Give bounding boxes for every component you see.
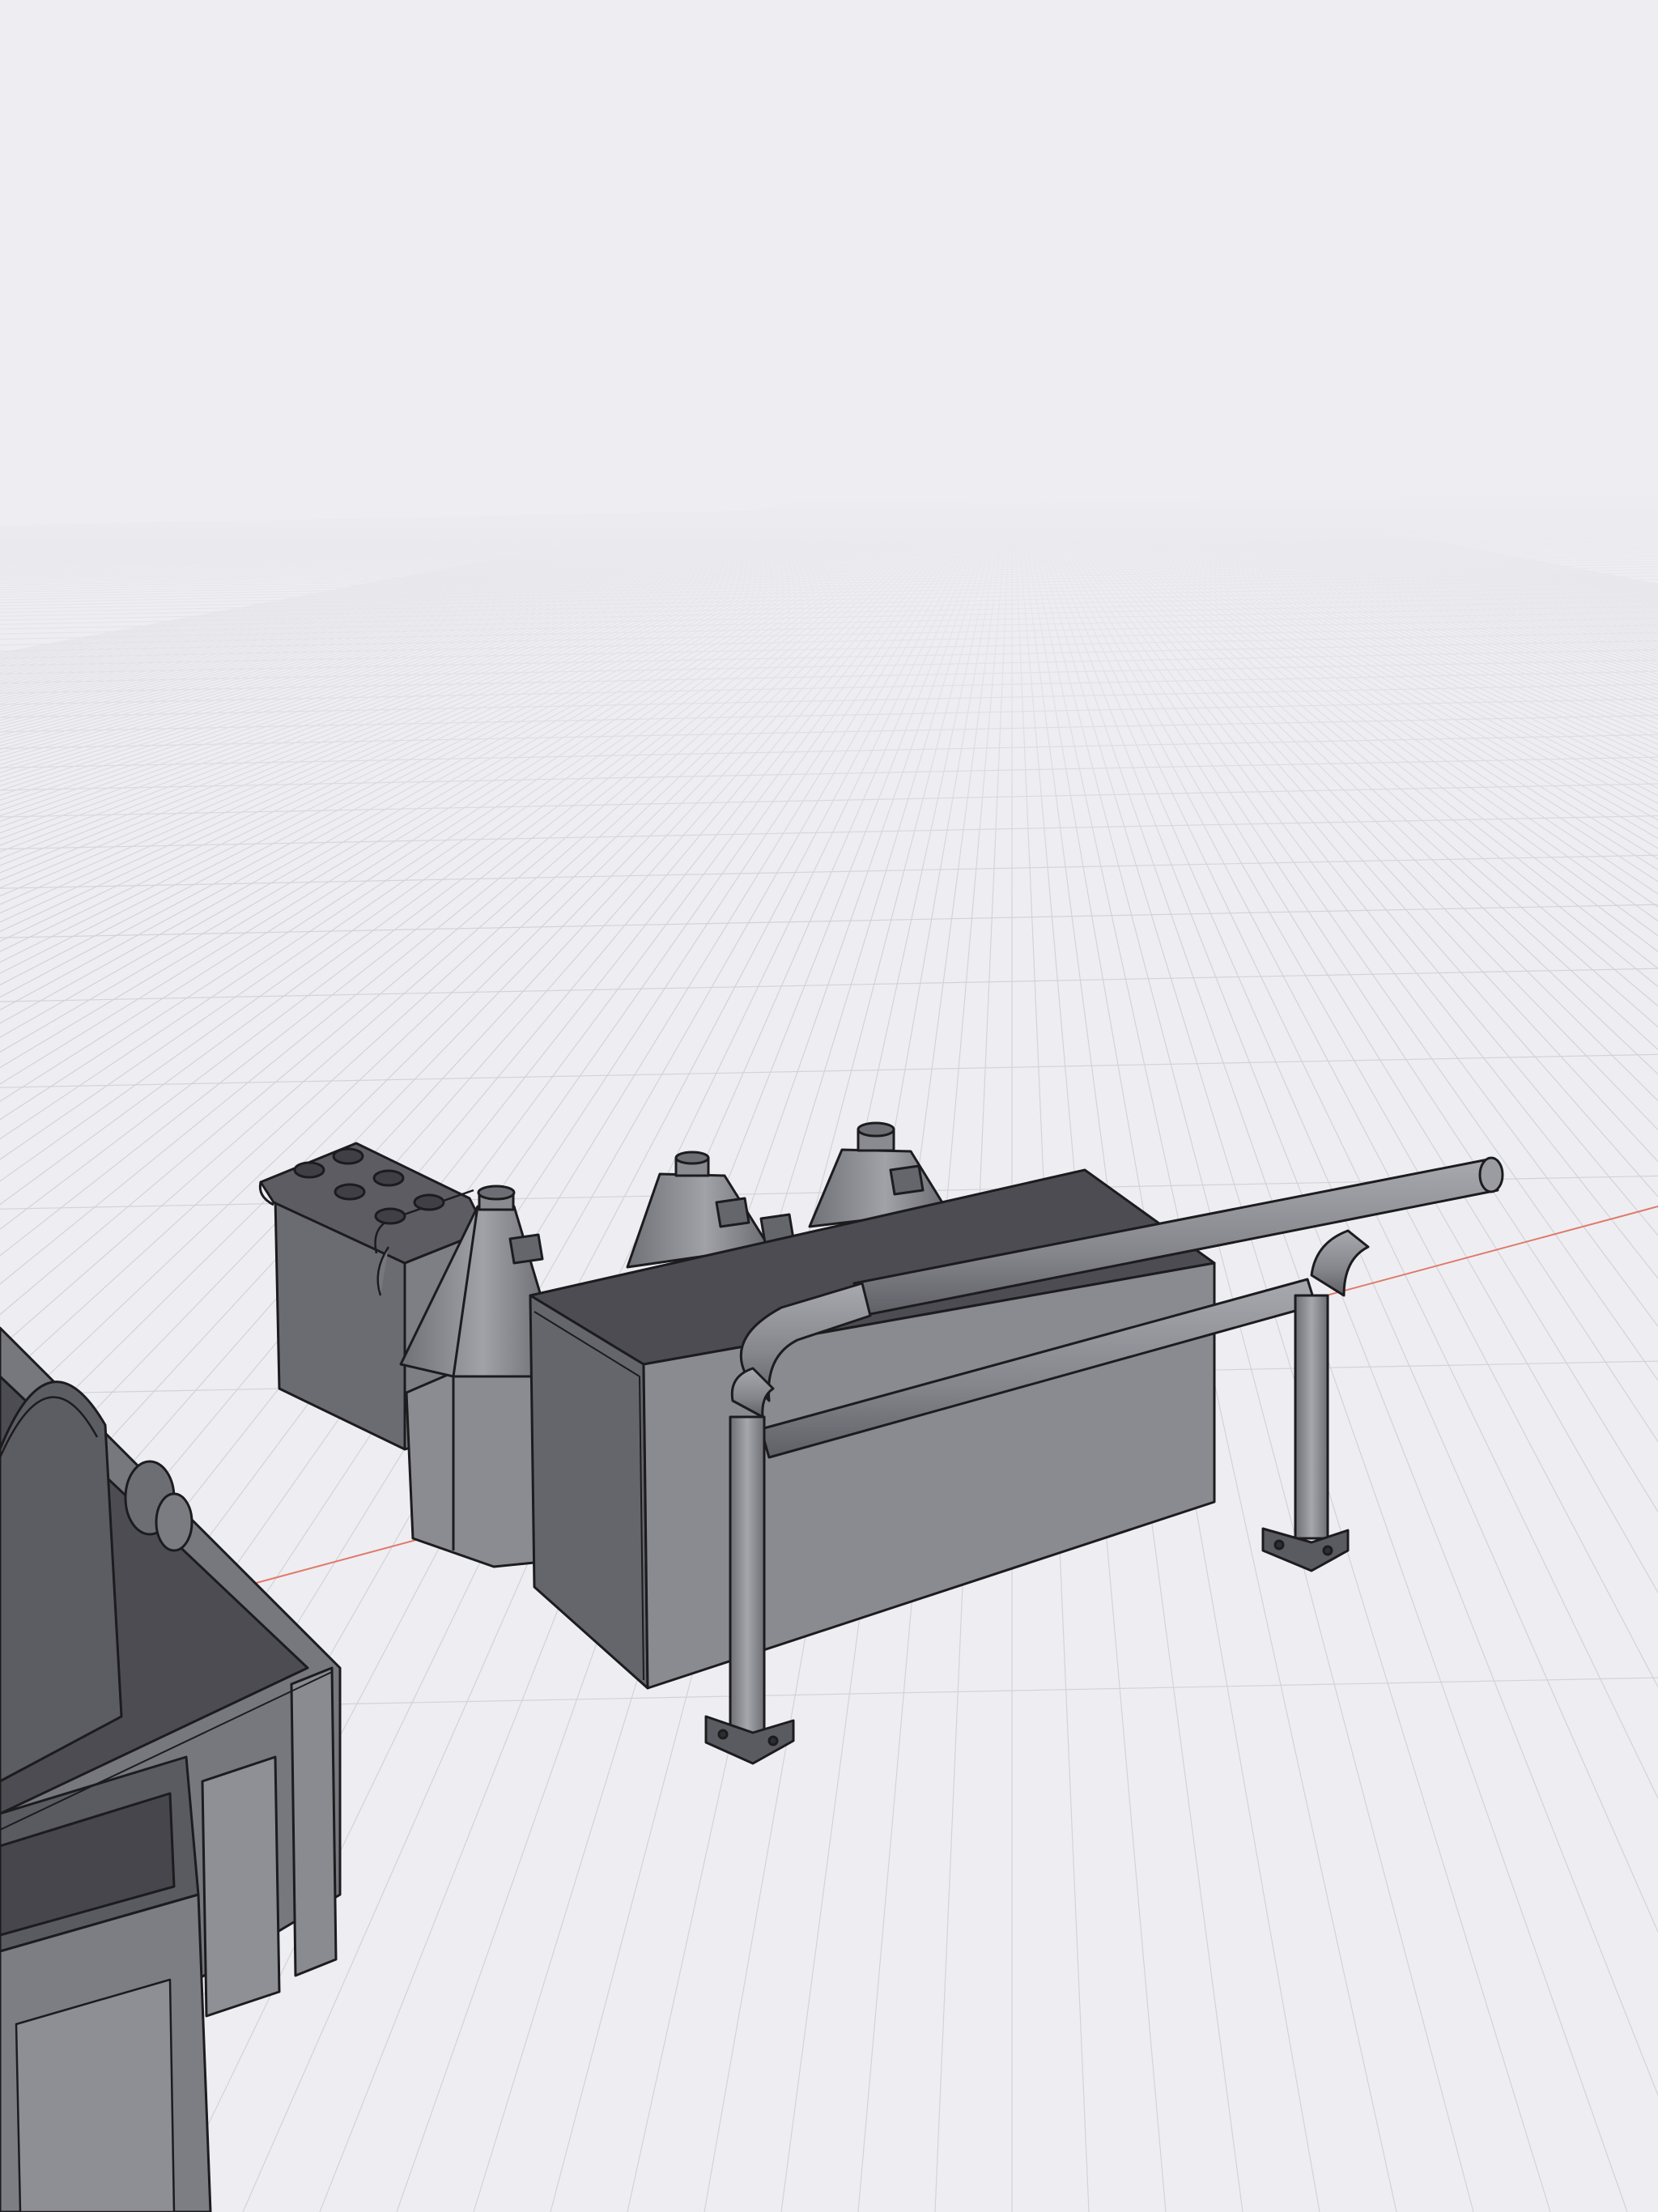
horizon-fade (0, 486, 1658, 907)
port-5 (374, 1207, 406, 1225)
grid-line (0, 1053, 1658, 1088)
grid-line (0, 968, 1658, 1002)
port-6 (413, 1193, 445, 1211)
grid-line (0, 904, 1658, 938)
port-1 (293, 1161, 325, 1179)
3d-viewport[interactable] (0, 0, 1658, 2212)
port-2 (332, 1147, 364, 1165)
equipment-trailer[interactable] (0, 1326, 342, 2212)
viewport-canvas[interactable] (0, 0, 1658, 2212)
port-4 (372, 1169, 405, 1187)
port-3 (334, 1183, 366, 1201)
